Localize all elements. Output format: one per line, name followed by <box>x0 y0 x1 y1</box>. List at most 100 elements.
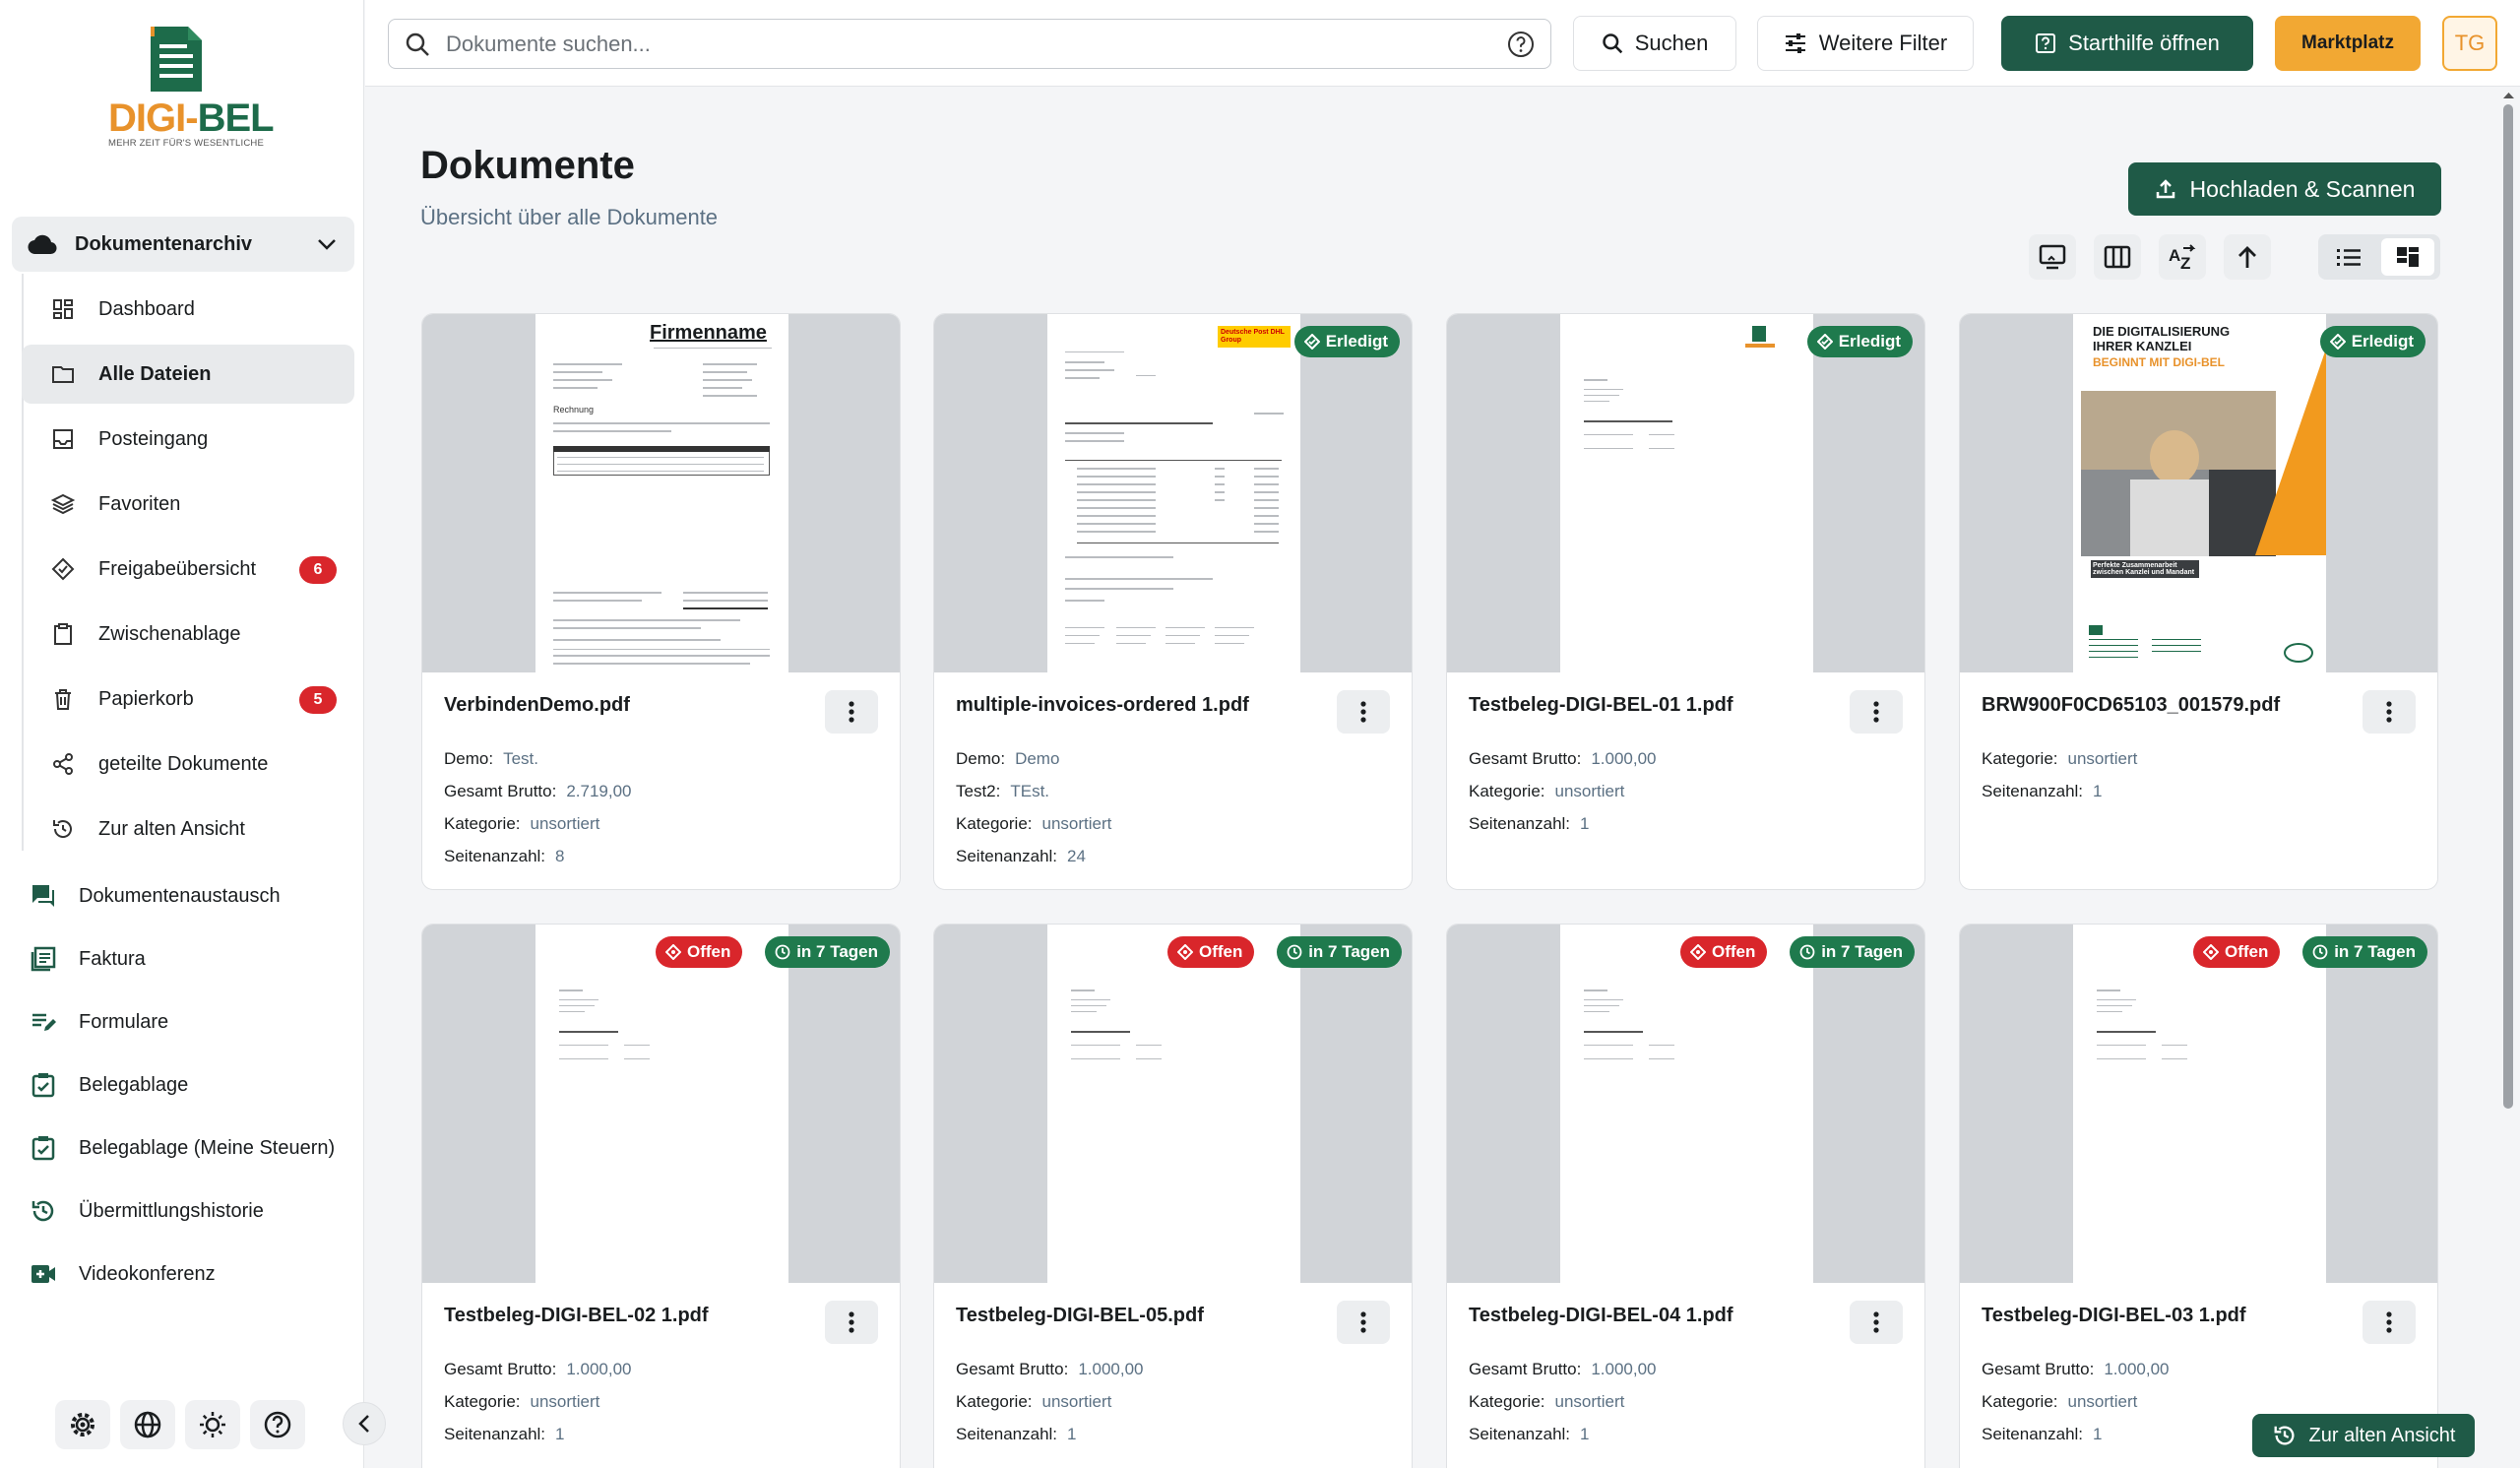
flyer-subtitle: BEGINNT MIT DIGI-BEL <box>2093 355 2225 369</box>
document-thumbnail[interactable]: Erledigt <box>1447 314 1924 672</box>
sidebar-item-videokonferenz[interactable]: Videokonferenz <box>30 1245 362 1304</box>
sidebar-item-dokumentenaustausch[interactable]: Dokumentenaustausch <box>30 866 362 925</box>
sidebar-item-label: Belegablage (Meine Steuern) <box>79 1136 336 1159</box>
document-name[interactable]: Testbeleg-DIGI-BEL-01 1.pdf <box>1469 694 1733 717</box>
document-card[interactable]: Erledigt Testbeleg-DIGI-BEL-01 1.pdf Ges… <box>1446 313 1925 890</box>
more-filters-button[interactable]: Weitere Filter <box>1757 16 1974 71</box>
old-view-floating-button[interactable]: Zur alten Ansicht <box>2252 1414 2475 1457</box>
sun-icon <box>200 1412 225 1437</box>
help-icon[interactable] <box>1507 31 1535 58</box>
document-name[interactable]: BRW900F0CD65103_001579.pdf <box>1982 694 2280 717</box>
theme-button[interactable] <box>185 1400 240 1449</box>
search-button[interactable]: Suchen <box>1573 16 1736 71</box>
sidebar-item-alle-dateien[interactable]: Alle Dateien <box>22 345 354 404</box>
more-options-button[interactable] <box>1850 1301 1903 1344</box>
start-help-label: Starthilfe öffnen <box>2068 31 2220 55</box>
document-thumbnail[interactable]: Firmenname Rechnung <box>422 314 900 672</box>
document-card[interactable]: Offen in 7 Tagen Testbeleg-DIGI-BEL-03 1… <box>1959 924 2438 1468</box>
document-thumbnail[interactable]: Deutsche Post DHL Group Erledigt <box>934 314 1412 672</box>
document-card[interactable]: Deutsche Post DHL Group Erledigt multipl… <box>933 313 1413 890</box>
document-name[interactable]: Testbeleg-DIGI-BEL-02 1.pdf <box>444 1305 709 1327</box>
document-meta-row: Kategorie: unsortiert <box>1982 749 2138 768</box>
document-name[interactable]: VerbindenDemo.pdf <box>444 694 630 717</box>
sidebar-item-zur-alten-ansicht[interactable]: Zur alten Ansicht <box>22 799 354 859</box>
upload-scan-button[interactable]: Hochladen & Scannen <box>2128 162 2441 216</box>
list-view-button[interactable] <box>2322 238 2375 276</box>
document-meta-row: Kategorie: unsortiert <box>1469 782 1625 800</box>
document-name[interactable]: multiple-invoices-ordered 1.pdf <box>956 694 1249 717</box>
more-options-button[interactable] <box>1337 690 1390 734</box>
sort-alpha-button[interactable]: AZ <box>2159 234 2206 280</box>
status-badge-erledigt: Erledigt <box>2319 326 2426 357</box>
monitor-icon <box>2039 244 2066 270</box>
start-help-button[interactable]: Starthilfe öffnen <box>2001 16 2253 71</box>
flyer-title: DIE DIGITALISIERUNG IHRER KANZLEI <box>2093 324 2231 353</box>
document-thumbnail[interactable]: Offen in 7 Tagen <box>422 925 900 1283</box>
grid-view-button[interactable] <box>2381 238 2434 276</box>
help-button[interactable] <box>250 1400 305 1449</box>
more-options-button[interactable] <box>825 1301 878 1344</box>
scroll-up-arrow-icon[interactable] <box>2497 89 2520 102</box>
document-name[interactable]: Testbeleg-DIGI-BEL-04 1.pdf <box>1469 1305 1733 1327</box>
document-meta-row: Gesamt Brutto: 1.000,00 <box>1469 1360 1657 1378</box>
document-thumbnail[interactable]: Offen in 7 Tagen <box>934 925 1412 1283</box>
more-options-button[interactable] <box>1337 1301 1390 1344</box>
language-button[interactable] <box>120 1400 175 1449</box>
history-icon <box>2274 1426 2295 1445</box>
document-card[interactable]: Offen in 7 Tagen Testbeleg-DIGI-BEL-04 1… <box>1446 924 1925 1468</box>
thumbnail-page: DIE DIGITALISIERUNG IHRER KANZLEI BEGINN… <box>2073 314 2326 672</box>
thumbnail-page <box>1560 925 1813 1283</box>
user-avatar[interactable]: TG <box>2442 16 2497 71</box>
sidebar-item-papierkorb[interactable]: Papierkorb 5 <box>22 670 354 729</box>
document-thumbnail[interactable]: Offen in 7 Tagen <box>1447 925 1924 1283</box>
sidebar-item-belegablage-meine-steuern[interactable]: Belegablage (Meine Steuern) <box>30 1118 362 1178</box>
document-meta-row: Kategorie: unsortiert <box>1982 1392 2138 1411</box>
sort-direction-button[interactable] <box>2224 234 2271 280</box>
document-card[interactable]: Offen in 7 Tagen Testbeleg-DIGI-BEL-02 1… <box>421 924 901 1468</box>
sidebar-item-posteingang[interactable]: Posteingang <box>22 410 354 469</box>
sidebar-item-belegablage[interactable]: Belegablage <box>30 1055 362 1115</box>
document-name[interactable]: Testbeleg-DIGI-BEL-03 1.pdf <box>1982 1305 2246 1327</box>
search-input[interactable]: Dokumente suchen... <box>388 19 1551 69</box>
document-card[interactable]: Firmenname Rechnung VerbindenDemo.pdf De… <box>421 313 901 890</box>
sidebar-item-label: Belegablage <box>79 1073 189 1096</box>
sidebar-item-geteilte-dokumente[interactable]: geteilte Dokumente <box>22 734 354 794</box>
due-badge: in 7 Tagen <box>2302 936 2427 968</box>
main-scrollbar[interactable] <box>2497 87 2520 1468</box>
nav-group-label: Dokumentenarchiv <box>75 232 253 255</box>
settings-button[interactable] <box>55 1400 110 1449</box>
more-options-button[interactable] <box>825 690 878 734</box>
sidebar-item-zwischenablage[interactable]: Zwischenablage <box>22 605 354 664</box>
document-meta-row: Kategorie: unsortiert <box>956 814 1112 833</box>
document-thumbnail[interactable]: Offen in 7 Tagen <box>1960 925 2437 1283</box>
tag-check-icon <box>1303 334 1320 350</box>
more-options-button[interactable] <box>2362 690 2416 734</box>
due-badge: in 7 Tagen <box>765 936 890 968</box>
more-options-button[interactable] <box>2362 1301 2416 1344</box>
display-mode-button[interactable] <box>2029 234 2076 280</box>
form-icon <box>32 1013 56 1031</box>
scrollbar-thumb[interactable] <box>2503 104 2513 1109</box>
sidebar-item-favoriten[interactable]: Favoriten <box>22 475 354 534</box>
tag-icon <box>1690 944 1706 960</box>
document-card[interactable]: DIE DIGITALISIERUNG IHRER KANZLEI BEGINN… <box>1959 313 2438 890</box>
document-card[interactable]: Offen in 7 Tagen Testbeleg-DIGI-BEL-05.p… <box>933 924 1413 1468</box>
chevron-down-icon[interactable] <box>317 238 337 250</box>
sidebar-item-dashboard[interactable]: Dashboard <box>22 280 354 339</box>
tag-check-icon <box>2329 334 2346 350</box>
sidebar-item-faktura[interactable]: Faktura <box>30 929 362 989</box>
more-options-button[interactable] <box>1850 690 1903 734</box>
status-badge-erledigt: Erledigt <box>1293 326 1400 357</box>
sidebar-item-formulare[interactable]: Formulare <box>30 992 362 1052</box>
sidebar-item-uebermittlungshistorie[interactable]: Übermittlungshistorie <box>30 1181 362 1241</box>
sidebar-item-label: geteilte Dokumente <box>98 752 269 775</box>
sidebar-item-freigabeuebersicht[interactable]: Freigabeübersicht 6 <box>22 540 354 599</box>
marketplace-label: Marktplatz <box>2301 32 2394 53</box>
nav-group-dokumentenarchiv[interactable]: Dokumentenarchiv <box>12 217 354 272</box>
collapse-sidebar-button[interactable] <box>343 1402 386 1445</box>
marketplace-button[interactable]: Marktplatz <box>2275 16 2421 71</box>
document-thumbnail[interactable]: DIE DIGITALISIERUNG IHRER KANZLEI BEGINN… <box>1960 314 2437 672</box>
columns-button[interactable] <box>2094 234 2141 280</box>
document-name[interactable]: Testbeleg-DIGI-BEL-05.pdf <box>956 1305 1204 1327</box>
digibel-logo[interactable]: DIGI-BEL MEHR ZEIT FÜR'S WESENTLICHE <box>106 22 275 152</box>
